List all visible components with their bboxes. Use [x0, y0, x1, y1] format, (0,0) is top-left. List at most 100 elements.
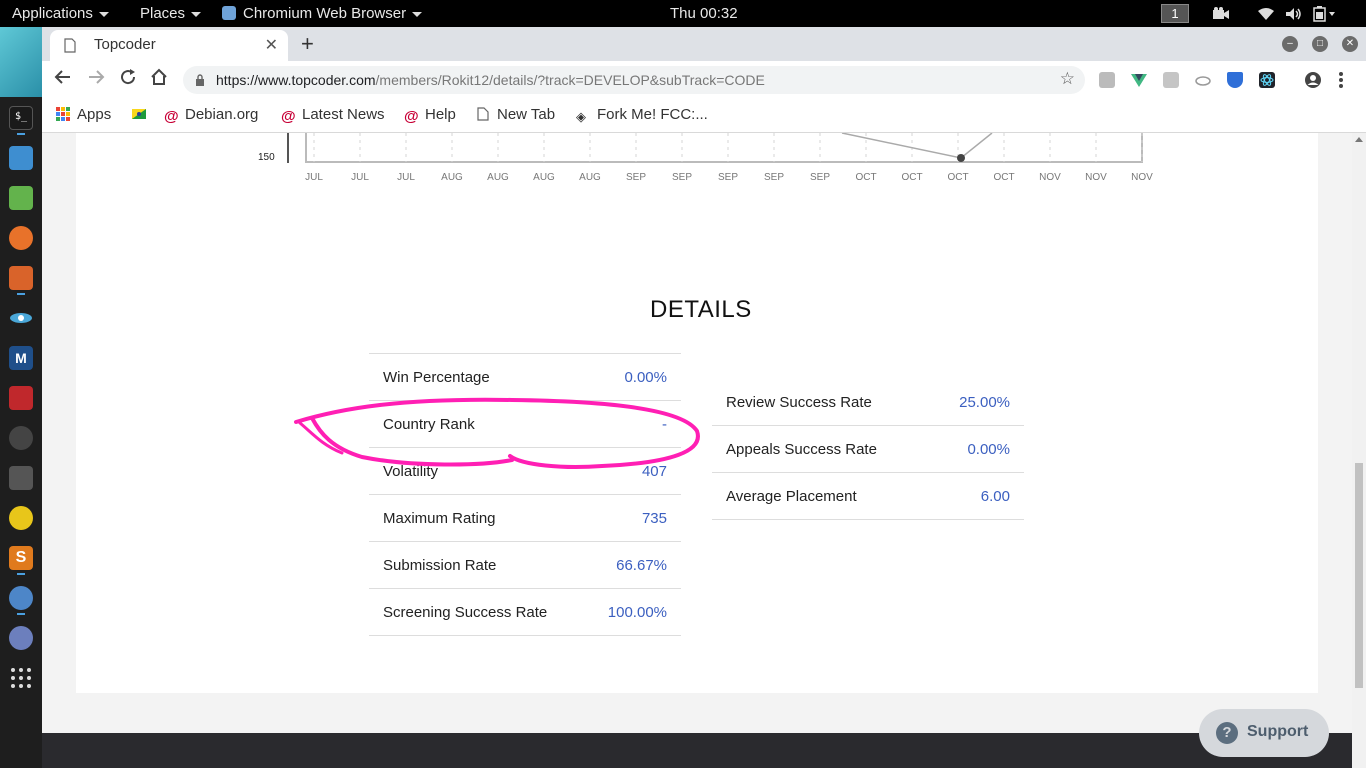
row-value: 0.00% [967, 441, 1010, 458]
active-app-menu[interactable]: Chromium Web Browser [222, 0, 423, 27]
page-footer [42, 733, 1352, 768]
bookmark-fork-me[interactable]: ◈ Fork Me! FCC:... [576, 106, 708, 124]
workspace-indicator[interactable]: 1 [1161, 4, 1189, 23]
rating-line [841, 133, 993, 159]
minimize-icon[interactable]: – [1282, 36, 1298, 52]
y-tick-label: 150 [258, 152, 275, 163]
text-editor-icon[interactable] [9, 186, 33, 210]
bookmark-apps[interactable]: Apps [56, 106, 111, 123]
details-row: Appeals Success Rate 0.00% [712, 426, 1024, 473]
support-label: Support [1247, 723, 1309, 740]
media-player-icon[interactable] [9, 626, 33, 650]
bookmark-latest-news[interactable]: @ Latest News [281, 106, 385, 125]
reload-button[interactable] [119, 68, 137, 91]
show-apps-grid-icon[interactable] [9, 666, 33, 690]
chart-grid [305, 133, 1143, 163]
shield-icon[interactable] [1227, 72, 1243, 88]
volume-icon[interactable] [1285, 0, 1303, 27]
chromium-dock-icon[interactable] [9, 586, 33, 610]
battery-icon[interactable] [1312, 0, 1336, 27]
wifi-icon[interactable] [1257, 0, 1275, 27]
chevron-down-icon [412, 11, 423, 17]
row-value: 6.00 [980, 488, 1010, 505]
cherrytree-icon[interactable] [9, 386, 33, 410]
vertical-scrollbar[interactable] [1352, 133, 1366, 768]
row-label: Maximum Rating [383, 510, 496, 527]
running-indicator [17, 293, 25, 295]
profile-avatar-icon[interactable] [1304, 71, 1321, 88]
row-value: 735 [641, 510, 667, 527]
x-tick-label: NOV [1131, 172, 1153, 183]
tor-icon[interactable] [9, 506, 33, 530]
maltego-icon[interactable] [9, 426, 33, 450]
x-tick-label: SEP [810, 172, 830, 183]
bookmark-label: New Tab [497, 106, 556, 123]
bookmark-new-tab[interactable]: New Tab [476, 106, 555, 123]
maximize-icon[interactable]: □ [1312, 36, 1328, 52]
cloud-icon[interactable] [1195, 72, 1211, 88]
chromium-icon [222, 6, 236, 20]
url-host: https://www.topcoder.com [216, 72, 376, 88]
profile-content-card [76, 133, 1318, 693]
details-heading: DETAILS [650, 296, 752, 323]
eye-icon[interactable] [9, 306, 33, 330]
bookmark-label: Fork Me! FCC:... [597, 106, 708, 123]
tab-topcoder[interactable]: Topcoder ✕ [50, 30, 288, 61]
x-tick-label: SEP [718, 172, 738, 183]
help-circle-icon: ? [1216, 722, 1238, 744]
row-label: Screening Success Rate [383, 604, 548, 621]
scrollbar-thumb[interactable] [1355, 463, 1363, 688]
support-button[interactable]: ? Support [1199, 709, 1329, 757]
forward-button[interactable] [87, 68, 105, 91]
extension-icon[interactable] [1099, 72, 1115, 88]
system-top-bar: Applications Places Chromium Web Browser… [0, 0, 1366, 27]
browser-window: Topcoder ✕ + – □ ✕ https://www.topcoder.… [42, 27, 1366, 768]
row-label: Review Success Rate [726, 394, 872, 411]
reload-icon [121, 69, 136, 85]
facebook-icon[interactable] [1163, 72, 1179, 88]
x-tick-label: OCT [901, 172, 922, 183]
places-menu[interactable]: Places [140, 0, 202, 27]
back-button[interactable] [54, 68, 72, 91]
x-tick-label: NOV [1085, 172, 1107, 183]
vuejs-devtools-icon[interactable] [1131, 72, 1147, 88]
terminal-icon[interactable]: $_ [9, 106, 33, 130]
files-icon[interactable] [9, 146, 33, 170]
rating-data-point[interactable] [957, 154, 965, 162]
url-text: https://www.topcoder.com/members/Rokit12… [216, 72, 765, 88]
details-table-right: Review Success Rate 25.00% Appeals Succes… [712, 379, 1024, 520]
places-label: Places [140, 5, 186, 22]
metasploit-icon[interactable]: M [9, 346, 33, 370]
burpsuite-icon[interactable] [9, 266, 33, 290]
home-button[interactable] [150, 68, 168, 91]
react-devtools-icon[interactable] [1259, 72, 1275, 88]
new-tab-button[interactable]: + [301, 31, 314, 57]
details-row: Submission Rate 66.67% [369, 542, 681, 589]
details-row: Country Rank - [369, 401, 681, 448]
x-tick-label: SEP [672, 172, 692, 183]
address-bar[interactable]: https://www.topcoder.com/members/Rokit12… [183, 66, 1085, 94]
bookmark-star-icon[interactable]: ☆ [1060, 69, 1075, 89]
scroll-up-arrow-icon[interactable] [1355, 137, 1363, 142]
firefox-icon[interactable] [9, 226, 33, 250]
close-window-icon[interactable]: ✕ [1342, 36, 1358, 52]
bookmark-help[interactable]: @ Help [404, 106, 456, 125]
menu-kebab-icon[interactable] [1338, 71, 1354, 88]
bookmark-label: Debian.org [185, 106, 259, 123]
clock[interactable]: Thu 00:32 [670, 0, 738, 27]
sublime-icon[interactable]: S [9, 546, 33, 570]
bookmark-debian[interactable]: @ Debian.org [164, 106, 259, 125]
bookmark-label: Help [425, 106, 456, 123]
chevron-down-icon [191, 11, 202, 17]
close-tab-icon[interactable]: ✕ [265, 35, 278, 55]
applications-menu[interactable]: Applications [12, 0, 109, 27]
row-value: 25.00% [959, 394, 1010, 411]
details-row: Screening Success Rate 100.00% [369, 589, 681, 636]
x-tick-label: OCT [855, 172, 876, 183]
settings-icon[interactable] [9, 466, 33, 490]
bookmark-flag[interactable] [132, 106, 153, 123]
tab-strip: Topcoder ✕ + – □ ✕ [42, 27, 1366, 61]
video-icon[interactable] [1212, 0, 1230, 27]
bookmarks-bar: Apps @ Debian.org @ Latest News @ Help New … [42, 99, 1366, 133]
details-row: Maximum Rating 735 [369, 495, 681, 542]
